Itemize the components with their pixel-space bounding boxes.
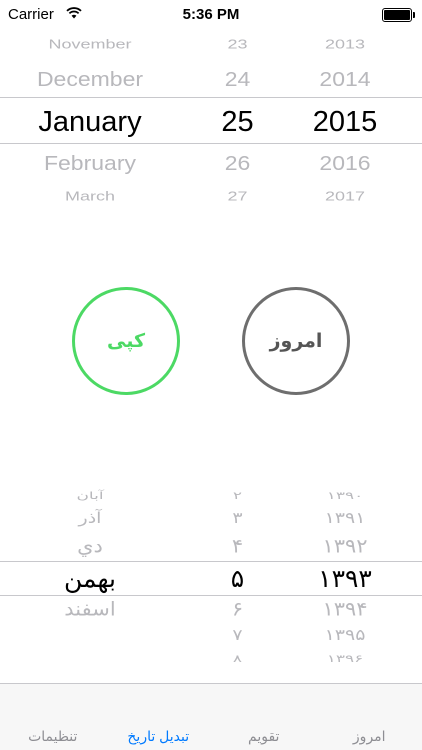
status-bar: Carrier 5:36 PM: [0, 0, 422, 30]
gregorian-picker-month: March: [64, 188, 115, 202]
gregorian-picker-month: December: [36, 67, 144, 91]
gregorian-picker-year: 2014: [319, 67, 371, 91]
gregorian-picker-month: November: [48, 36, 132, 52]
copy-button-label: کپی: [106, 330, 146, 352]
tab-bar: تنظیمات تبدیل تاریخ تقویم امروز: [0, 683, 422, 750]
gregorian-picker-day: 27: [227, 188, 248, 202]
tab-today-label: امروز: [352, 728, 386, 744]
gregorian-picker-row[interactable]: December 24 2014: [0, 59, 422, 99]
battery-icon: [382, 8, 412, 22]
persian-picker-year: ۱۳۹۶: [326, 653, 364, 665]
tab-calendar-label: تقویم: [248, 728, 280, 744]
today-button-label: امروز: [269, 330, 323, 352]
tab-convert-date-label: تبدیل تاریخ: [127, 728, 190, 744]
gregorian-picker-day: 23: [227, 36, 248, 52]
gregorian-picker-day: 24: [224, 67, 251, 91]
gregorian-picker-year: 2013: [324, 36, 366, 52]
gregorian-picker-day: 25: [221, 106, 254, 138]
copy-button[interactable]: کپی: [72, 287, 180, 395]
persian-date-picker[interactable]: آبان ۲ ۱۳۹۰ آذر ۳ ۱۳۹۱ دي ۴ ۱۳۹۲ بهمن ۵ ۱۳۹۳ اسفند ۶ ۱…: [0, 482, 422, 668]
today-button[interactable]: امروز: [242, 287, 350, 395]
battery-tip: [413, 12, 415, 18]
status-time: 5:36 PM: [182, 6, 240, 23]
tab-calendar[interactable]: تقویم: [211, 684, 317, 750]
persian-picker-day: ۸: [232, 653, 243, 665]
gregorian-picker-year: 2017: [324, 188, 366, 202]
persian-picker-row[interactable]: ۸ ۱۳۹۶: [0, 639, 422, 668]
gregorian-picker-row[interactable]: March 27 2017: [0, 176, 422, 202]
gregorian-date-picker[interactable]: November 23 2013 December 24 2014 January 25 201…: [0, 30, 422, 202]
tab-convert-date[interactable]: تبدیل تاریخ: [106, 684, 212, 750]
tab-today[interactable]: امروز: [317, 684, 422, 750]
tab-settings-label: تنظیمات: [28, 728, 78, 744]
tab-settings[interactable]: تنظیمات: [0, 684, 106, 750]
gregorian-picker-year: 2015: [312, 106, 378, 138]
gregorian-picker-month: January: [38, 106, 142, 138]
gregorian-picker-row[interactable]: January 25 2015: [0, 102, 422, 142]
